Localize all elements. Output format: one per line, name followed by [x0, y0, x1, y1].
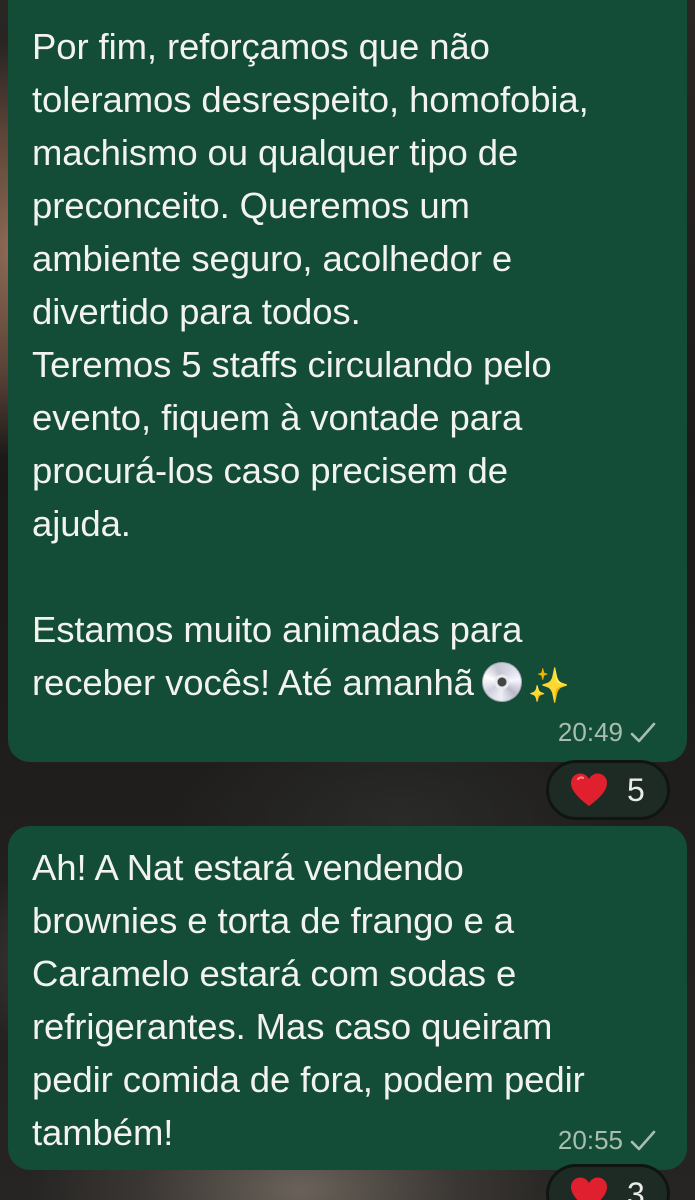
heart-icon	[571, 773, 607, 806]
message-text: Por fim, reforçamos que não toleramos de…	[32, 0, 665, 713]
reaction-badge[interactable]: 3	[546, 1164, 670, 1200]
message-bubble[interactable]: Ah! A Nat estará vendendo brownies e tor…	[8, 826, 687, 1170]
message-time: 20:49	[557, 717, 623, 747]
reaction-count: 5	[627, 771, 645, 808]
heart-icon	[571, 1177, 607, 1200]
check-icon	[630, 722, 656, 742]
check-icon	[630, 1130, 656, 1150]
sparkles-emoji-icon: ✨	[527, 667, 571, 705]
reaction-count: 3	[627, 1175, 645, 1200]
message-meta: 20:55	[558, 1125, 657, 1156]
optical-disc-emoji-icon	[481, 662, 522, 702]
message-text: Ah! A Nat estará vendendo brownies e tor…	[32, 847, 585, 1153]
message-meta: 20:49	[558, 717, 657, 748]
reaction-badge[interactable]: 5	[546, 760, 670, 820]
message-time: 20:55	[557, 1125, 623, 1155]
message-bubble[interactable]: Por fim, reforçamos que não toleramos de…	[8, 0, 687, 762]
